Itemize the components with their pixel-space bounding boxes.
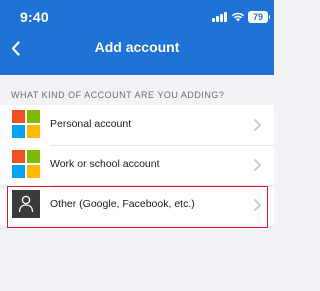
chevron-right-icon xyxy=(254,159,261,171)
account-option-other[interactable]: Other (Google, Facebook, etc.) xyxy=(0,185,274,225)
microsoft-logo-icon xyxy=(12,150,40,178)
section-header: WHAT KIND OF ACCOUNT ARE YOU ADDING? xyxy=(11,90,225,100)
page-title: Add account xyxy=(94,39,180,55)
navigation-bar: Add account xyxy=(0,34,274,62)
cellular-signal-icon xyxy=(212,12,228,22)
account-option-work-school[interactable]: Work or school account xyxy=(0,145,274,185)
status-bar: 9:40 79 xyxy=(0,0,274,34)
person-icon xyxy=(12,190,40,218)
account-option-personal[interactable]: Personal account xyxy=(0,105,274,145)
bottom-area xyxy=(0,260,274,291)
account-option-label: Work or school account xyxy=(50,158,160,170)
battery-icon: 79 xyxy=(248,11,270,23)
chevron-right-icon xyxy=(254,119,261,131)
account-option-label: Other (Google, Facebook, etc.) xyxy=(50,198,195,210)
account-option-label: Personal account xyxy=(50,118,132,130)
microsoft-logo-icon xyxy=(12,110,40,138)
status-time: 9:40 xyxy=(20,9,49,25)
chevron-right-icon xyxy=(254,199,261,211)
top-bar: 9:40 79 Add account xyxy=(0,0,274,75)
account-type-list: Personal account Work or school account … xyxy=(0,105,274,225)
wifi-icon xyxy=(231,12,245,22)
